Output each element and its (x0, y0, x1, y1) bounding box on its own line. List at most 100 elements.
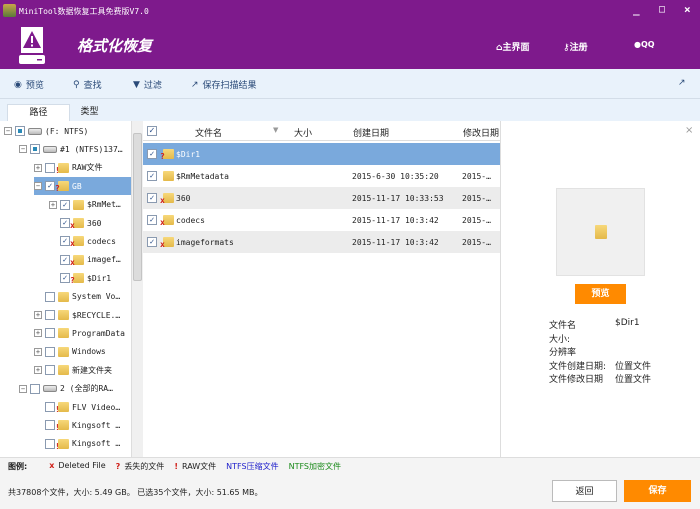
tree-node[interactable]: ✓ x imagef… (49, 251, 121, 269)
column-modified[interactable]: 修改日期 (463, 126, 499, 139)
expand-toggle[interactable]: + (34, 163, 42, 172)
expand-toggle[interactable]: + (34, 366, 42, 375)
select-all-checkbox[interactable]: ✓ (147, 126, 157, 136)
scrollbar-thumb[interactable] (133, 133, 142, 281)
tree-node[interactable]: System Vo… (34, 288, 120, 306)
tree-node[interactable]: + Windows (34, 343, 106, 361)
preview-field-label: 文件修改日期 (549, 375, 604, 385)
share-icon[interactable]: ↗ (678, 78, 686, 88)
preview-field-label: 分辨率 (549, 348, 577, 358)
expand-toggle[interactable]: − (19, 145, 27, 154)
column-name[interactable]: 文件名 (195, 126, 222, 139)
tree-checkbox[interactable] (45, 402, 55, 412)
expand-toggle[interactable]: − (19, 384, 27, 393)
tree-checkbox[interactable] (15, 126, 25, 136)
folder-icon: ? (55, 181, 69, 193)
tree-checkbox[interactable] (45, 328, 55, 339)
tree-node[interactable]: + ProgramData (34, 324, 125, 342)
legend-symbol-icon: x (49, 461, 55, 470)
tree-checkbox[interactable] (45, 438, 55, 449)
tree-checkbox[interactable] (45, 420, 55, 431)
header: 格式化恢复 ⌂主界面 ⚷注册 ●QQ (0, 22, 700, 69)
folder-icon: ! (55, 162, 69, 175)
maximize-button[interactable]: □ (659, 4, 665, 15)
save-scan-result-button[interactable]: ↗ 保存扫描结果 (191, 78, 257, 92)
tree-node[interactable]: ✓ x codecs (49, 232, 116, 250)
expand-toggle[interactable]: + (34, 329, 42, 338)
back-button[interactable]: 返回 (552, 480, 617, 502)
row-checkbox[interactable]: ✓ (147, 149, 157, 159)
search-toolbar-button[interactable]: ⚲ 查找 (73, 78, 102, 92)
tree-checkbox[interactable] (45, 162, 55, 173)
expand-toggle[interactable]: − (4, 127, 12, 135)
tree-node[interactable]: ✓ x 360 (49, 214, 101, 232)
preview-button[interactable]: 预览 (575, 284, 626, 304)
row-checkbox[interactable]: ✓ (147, 215, 157, 225)
tree-node[interactable]: + ✓ $RmMet… (49, 196, 121, 214)
page-title: 格式化恢复 (77, 37, 153, 55)
tree-checkbox[interactable]: ✓ (45, 181, 55, 192)
toolbar: ◉ 预览 ⚲ 查找 ▼ 过滤 ↗ 保存扫描结果 ↗ (0, 69, 700, 99)
expand-toggle[interactable]: + (34, 311, 42, 319)
expand-toggle[interactable]: + (49, 200, 57, 209)
tree-node-label: $Dir1 (87, 273, 112, 283)
drive-icon (43, 145, 57, 153)
legend-item: NTFS压缩文件 (226, 462, 279, 471)
tree-node[interactable]: − #1 (NTFS)137… (19, 140, 123, 158)
filter-toolbar-button[interactable]: ▼ 过滤 (133, 78, 162, 92)
folder-icon: ! (55, 420, 69, 432)
file-modified: 2015-… (462, 193, 491, 203)
tree-node[interactable]: − 2 (全部的RA… (19, 380, 113, 398)
column-size[interactable]: 大小 (294, 126, 312, 139)
preview-toolbar-button[interactable]: ◉ 预览 (14, 78, 44, 92)
file-modified: 2015-… (462, 171, 491, 181)
qq-link[interactable]: ●QQ (634, 40, 655, 49)
table-row[interactable]: ✓ x 360 2015-11-17 10:33:53 2015-… (143, 187, 500, 209)
tree-node[interactable]: +! RAW文件 (34, 159, 102, 177)
tree-checkbox[interactable] (45, 365, 55, 376)
tree-checkbox[interactable] (30, 144, 40, 155)
tree-node[interactable]: + 新建文件夹 (34, 361, 112, 379)
register-link[interactable]: ⚷注册 (563, 40, 588, 53)
tree-node[interactable]: ! FLV Video… (34, 398, 120, 416)
close-preview-button[interactable]: × (685, 125, 693, 136)
tree-node[interactable]: ✓? $Dir1 (49, 269, 111, 287)
tree-checkbox[interactable]: ✓ (60, 236, 70, 247)
tree-checkbox[interactable]: ✓ (60, 273, 70, 284)
legend-item: NTFS加密文件 (288, 462, 341, 471)
tree-checkbox[interactable]: ✓ (60, 199, 70, 210)
expand-toggle[interactable]: + (34, 347, 42, 356)
table-row[interactable]: ✓ $RmMetadata 2015-6-30 10:35:20 2015-… (143, 165, 500, 187)
tree-node[interactable]: ! Kingsoft … (34, 416, 120, 434)
home-link[interactable]: ⌂主界面 (496, 40, 529, 53)
row-checkbox[interactable]: ✓ (147, 171, 157, 181)
row-checkbox[interactable]: ✓ (147, 193, 157, 203)
tree-checkbox[interactable]: ✓ (60, 254, 70, 265)
status-bar: 共37808个文件，大小: 5.49 GB。 已选35个文件，大小: 51.65… (0, 475, 700, 509)
tree-checkbox[interactable] (45, 346, 55, 357)
table-row[interactable]: ✓ x imageformats 2015-11-17 10:3:42 2015-… (143, 231, 500, 253)
tree-node[interactable]: + $RECYCLE.… (34, 306, 120, 324)
expand-toggle[interactable]: − (34, 182, 42, 191)
tree-checkbox[interactable] (45, 291, 55, 302)
tree-node[interactable]: ! Kingsoft … (34, 435, 120, 453)
tree-node-label: GB (72, 181, 82, 191)
tree-node[interactable]: − ✓? GB (34, 177, 131, 196)
drive-icon (43, 385, 57, 393)
table-row[interactable]: ✓? $Dir1 (143, 143, 500, 165)
tree-checkbox[interactable] (30, 383, 40, 394)
save-button[interactable]: 保存 (624, 480, 691, 502)
minimize-button[interactable]: _ (633, 3, 640, 16)
tree-node-label: Kingsoft … (72, 439, 121, 449)
tab-type[interactable]: 类型 (58, 104, 121, 121)
close-button[interactable]: × (684, 3, 691, 16)
preview-field-label: 文件名 (549, 321, 577, 331)
tree-checkbox[interactable] (45, 310, 55, 320)
table-row[interactable]: ✓ x codecs 2015-11-17 10:3:42 2015-… (143, 209, 500, 231)
column-created[interactable]: 创建日期 (353, 126, 389, 139)
tree-node-label: Windows (72, 347, 106, 357)
row-checkbox[interactable]: ✓ (147, 237, 157, 247)
tree-node[interactable]: − (F: NTFS) (4, 122, 88, 140)
tree-scrollbar[interactable] (131, 121, 143, 457)
tree-checkbox[interactable]: ✓ (60, 218, 70, 228)
